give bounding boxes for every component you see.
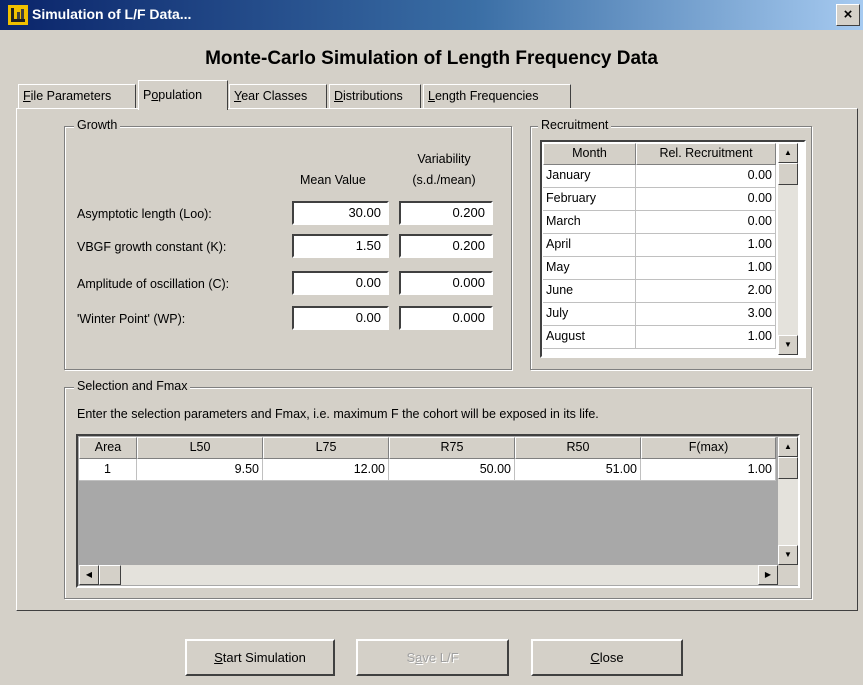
l50-column-header[interactable]: L50 [137, 437, 263, 459]
tab-distributions[interactable]: Distributions [329, 84, 421, 108]
scroll-thumb[interactable] [99, 565, 121, 585]
start-simulation-button[interactable]: Start Simulation [185, 639, 335, 676]
winter-point-mean-input[interactable]: 0.00 [292, 306, 389, 330]
scroll-left-icon[interactable]: ◀ [79, 565, 99, 585]
tab-label: istributions [343, 89, 403, 103]
scroll-right-icon[interactable]: ▶ [758, 565, 778, 585]
month-cell[interactable]: May [543, 257, 636, 280]
recruitment-value-cell[interactable]: 2.00 [636, 280, 776, 303]
tab-population[interactable]: Population [138, 80, 228, 110]
month-cell[interactable]: March [543, 211, 636, 234]
recruitment-value-cell[interactable]: 0.00 [636, 211, 776, 234]
amplitude-variability-input[interactable]: 0.000 [399, 271, 493, 295]
month-cell[interactable]: July [543, 303, 636, 326]
asymptotic-length-variability-input[interactable]: 0.200 [399, 201, 493, 225]
tab-year-classes[interactable]: Year Classes [229, 84, 327, 108]
growth-constant-mean-input[interactable]: 1.50 [292, 234, 389, 258]
variability-unit-header: (s.d./mean) [412, 173, 476, 187]
scroll-thumb[interactable] [778, 457, 798, 479]
recruitment-value-cell[interactable]: 3.00 [636, 303, 776, 326]
tab-length-frequencies[interactable]: Length Frequencies [423, 84, 571, 108]
close-button[interactable]: Close [531, 639, 683, 676]
amplitude-label: Amplitude of oscillation (C): [77, 277, 230, 291]
window-title: Simulation of L/F Data... [32, 6, 192, 22]
selection-group-title: Selection and Fmax [74, 379, 191, 393]
mean-value-header: Mean Value [300, 173, 366, 187]
winter-point-label: 'Winter Point' (WP): [77, 312, 186, 326]
month-cell[interactable]: August [543, 326, 636, 349]
button-label: ve L/F [422, 650, 459, 665]
scroll-down-icon[interactable]: ▼ [778, 545, 798, 565]
month-cell[interactable]: April [543, 234, 636, 257]
scroll-up-icon[interactable]: ▲ [778, 143, 798, 163]
amplitude-mean-input[interactable]: 0.00 [292, 271, 389, 295]
fmax-cell[interactable]: 1.00 [641, 459, 776, 481]
tab-mnemonic: D [334, 89, 344, 103]
scrollbar-corner [778, 565, 798, 585]
l75-column-header[interactable]: L75 [263, 437, 389, 459]
month-cell[interactable]: June [543, 280, 636, 303]
tab-label: ear Classes [241, 89, 308, 103]
scroll-down-icon[interactable]: ▼ [778, 335, 798, 355]
button-label: tart Simulation [222, 650, 306, 665]
growth-constant-label: VBGF growth constant (K): [77, 240, 227, 254]
button-label: lose [599, 650, 624, 665]
tab-file-parameters[interactable]: File Parameters [18, 84, 136, 108]
recruitment-value-cell[interactable]: 1.00 [636, 326, 776, 349]
button-mnemonic: S [214, 650, 223, 665]
page-title: Monte-Carlo Simulation of Length Frequen… [205, 48, 658, 69]
l75-cell[interactable]: 12.00 [263, 459, 389, 481]
selection-description: Enter the selection parameters and Fmax,… [77, 407, 599, 421]
l50-cell[interactable]: 9.50 [137, 459, 263, 481]
growth-group-title: Growth [74, 118, 121, 132]
tab-label: ength Frequencies [434, 89, 539, 103]
winter-point-variability-input[interactable]: 0.000 [399, 306, 493, 330]
month-cell[interactable]: February [543, 188, 636, 211]
r50-column-header[interactable]: R50 [515, 437, 641, 459]
month-cell[interactable]: January [543, 165, 636, 188]
scroll-up-icon[interactable]: ▲ [778, 437, 798, 457]
area-cell[interactable]: 1 [79, 459, 137, 481]
r50-cell[interactable]: 51.00 [515, 459, 641, 481]
asymptotic-length-label: Asymptotic length (Loo): [77, 207, 212, 221]
selection-horizontal-scrollbar[interactable] [79, 565, 778, 585]
recruitment-value-cell[interactable]: 1.00 [636, 234, 776, 257]
r75-cell[interactable]: 50.00 [389, 459, 515, 481]
variability-header: Variability [417, 152, 471, 166]
scroll-thumb[interactable] [778, 163, 798, 185]
app-icon [8, 5, 28, 25]
recruitment-value-cell[interactable]: 0.00 [636, 188, 776, 211]
asymptotic-length-mean-input[interactable]: 30.00 [292, 201, 389, 225]
button-mnemonic: C [590, 650, 600, 665]
tab-label: pulation [158, 88, 203, 102]
recruitment-value-cell[interactable]: 0.00 [636, 165, 776, 188]
button-label-prefix: S [406, 650, 416, 665]
r75-column-header[interactable]: R75 [389, 437, 515, 459]
tab-mnemonic: L [428, 89, 435, 103]
recruitment-group-title: Recruitment [538, 118, 612, 132]
tab-label: ile Parameters [30, 89, 112, 103]
growth-constant-variability-input[interactable]: 0.200 [399, 234, 493, 258]
rel-recruitment-column-header[interactable]: Rel. Recruitment [636, 143, 776, 165]
month-column-header[interactable]: Month [543, 143, 636, 165]
area-column-header[interactable]: Area [79, 437, 137, 459]
close-window-button[interactable]: × [836, 4, 860, 26]
recruitment-value-cell[interactable]: 1.00 [636, 257, 776, 280]
fmax-column-header[interactable]: F(max) [641, 437, 776, 459]
save-lf-button[interactable]: Save L/F [356, 639, 509, 676]
tab-mnemonic: F [23, 89, 31, 103]
